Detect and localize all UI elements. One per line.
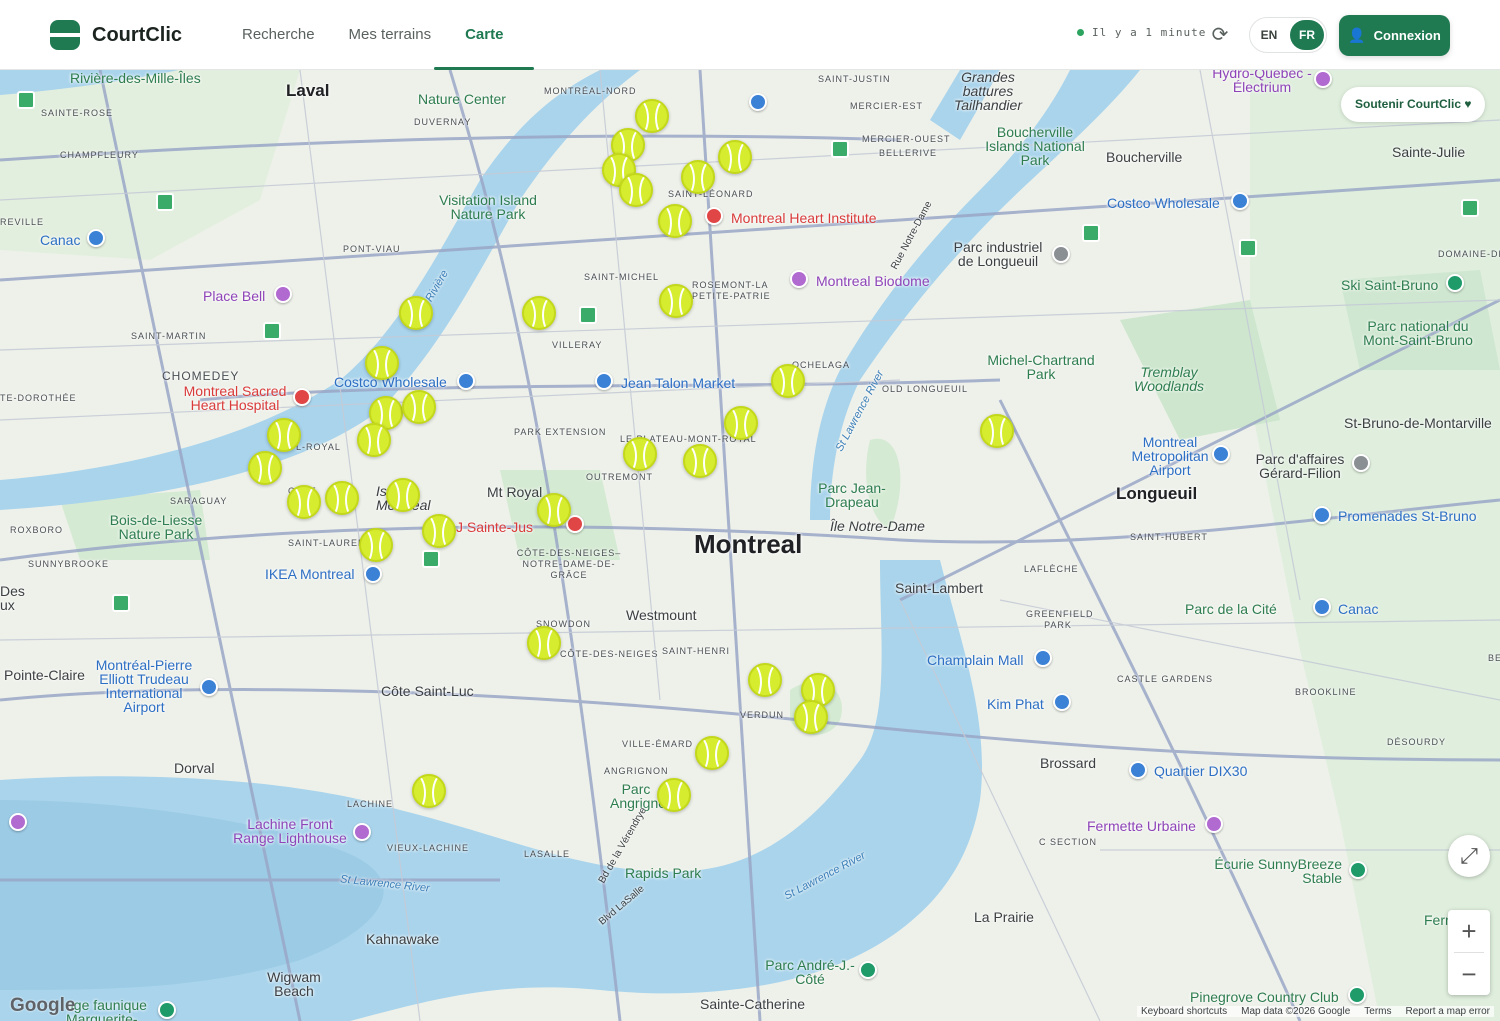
tennis-court-marker[interactable]	[681, 160, 715, 194]
museum-icon[interactable]	[790, 270, 808, 288]
report-error-link[interactable]: Report a map error	[1406, 1006, 1490, 1017]
park-icon[interactable]	[422, 550, 440, 568]
park-icon[interactable]	[112, 594, 130, 612]
support-courtclic-button[interactable]: Soutenir CourtClic ♥	[1341, 87, 1486, 122]
tennis-court-marker[interactable]	[248, 451, 282, 485]
ski-icon[interactable]	[1446, 274, 1464, 292]
tennis-court-marker[interactable]	[683, 444, 717, 478]
lang-fr-button[interactable]: FR	[1290, 20, 1324, 50]
industrial-icon[interactable]	[1052, 245, 1070, 263]
museum-icon[interactable]	[1314, 70, 1332, 88]
tennis-court-marker[interactable]	[748, 663, 782, 697]
language-switcher: EN FR	[1249, 17, 1327, 53]
tennis-court-marker[interactable]	[658, 204, 692, 238]
tennis-court-marker[interactable]	[695, 736, 729, 770]
industrial-icon[interactable]	[1352, 454, 1370, 472]
airport-icon[interactable]	[1212, 445, 1230, 463]
last-update-status: Il y a 1 minute	[1077, 26, 1206, 39]
landmark-icon[interactable]	[353, 823, 371, 841]
map-attribution: Keyboard shortcuts Map data ©2026 Google…	[1136, 1006, 1494, 1017]
shopping-icon[interactable]	[595, 372, 613, 390]
park-icon[interactable]	[1461, 199, 1479, 217]
tennis-court-marker[interactable]	[422, 514, 456, 548]
last-update-text: Il y a 1 minute	[1092, 26, 1207, 39]
map-canvas[interactable]: Laval Montreal Longueuil Boucherville Sa…	[0, 70, 1500, 1021]
shopping-icon[interactable]	[1129, 761, 1147, 779]
park-icon[interactable]	[831, 140, 849, 158]
shopping-icon[interactable]	[1053, 693, 1071, 711]
zoom-control: + −	[1448, 910, 1490, 995]
park-pin-icon[interactable]	[158, 1001, 176, 1019]
zoom-in-button[interactable]: +	[1448, 910, 1490, 952]
park-icon[interactable]	[17, 91, 35, 109]
tennis-court-marker[interactable]	[724, 406, 758, 440]
login-label: Connexion	[1373, 28, 1441, 43]
zoom-out-button[interactable]: −	[1448, 953, 1490, 995]
nav-recherche[interactable]: Recherche	[242, 0, 332, 70]
tennis-court-marker[interactable]	[386, 478, 420, 512]
park-icon[interactable]	[1082, 224, 1100, 242]
login-button[interactable]: 👤 Connexion	[1339, 15, 1450, 56]
tennis-court-marker[interactable]	[537, 493, 571, 527]
map-data-text: Map data ©2026 Google	[1241, 1006, 1351, 1017]
hospital-icon[interactable]	[293, 388, 311, 406]
tennis-court-marker[interactable]	[527, 626, 561, 660]
nav-carte[interactable]: Carte	[434, 0, 535, 70]
tennis-court-marker[interactable]	[659, 284, 693, 318]
terms-link[interactable]: Terms	[1364, 1006, 1391, 1017]
map-base-layer	[0, 70, 1500, 1021]
shopping-icon[interactable]	[1034, 649, 1052, 667]
tennis-court-marker[interactable]	[522, 296, 556, 330]
app-name: CourtClic	[92, 23, 182, 46]
shopping-icon[interactable]	[1231, 192, 1249, 210]
tennis-court-marker[interactable]	[412, 774, 446, 808]
farm-icon[interactable]	[1205, 815, 1223, 833]
shopping-icon[interactable]	[1313, 506, 1331, 524]
landmark-icon[interactable]	[9, 813, 27, 831]
shopping-icon[interactable]	[1313, 598, 1331, 616]
shopping-icon[interactable]	[364, 565, 382, 583]
app-header: CourtClic Recherche Mes terrains Carte I…	[0, 0, 1500, 70]
stable-icon[interactable]	[1349, 861, 1367, 879]
lang-en-button[interactable]: EN	[1252, 20, 1286, 50]
tennis-court-marker[interactable]	[287, 485, 321, 519]
stadium-icon[interactable]	[274, 285, 292, 303]
tennis-court-marker[interactable]	[718, 140, 752, 174]
tennis-court-marker[interactable]	[980, 414, 1014, 448]
app-logo[interactable]: CourtClic	[50, 20, 182, 50]
shopping-icon[interactable]	[87, 229, 105, 247]
tennis-court-marker[interactable]	[325, 481, 359, 515]
tennis-court-marker[interactable]	[635, 99, 669, 133]
live-dot-icon	[1077, 29, 1084, 36]
park-icon[interactable]	[579, 306, 597, 324]
shopping-icon[interactable]	[457, 372, 475, 390]
tennis-court-marker[interactable]	[402, 390, 436, 424]
main-nav: Recherche Mes terrains Carte	[242, 0, 535, 70]
tennis-court-marker[interactable]	[619, 173, 653, 207]
tennis-court-marker[interactable]	[623, 437, 657, 471]
add-user-icon: 👤	[1348, 27, 1366, 43]
tennis-court-marker[interactable]	[357, 423, 391, 457]
tennis-court-marker[interactable]	[365, 346, 399, 380]
nav-mes-terrains[interactable]: Mes terrains	[332, 0, 449, 70]
park-icon[interactable]	[156, 193, 174, 211]
tennis-court-marker[interactable]	[771, 364, 805, 398]
courtclic-logo-icon	[50, 20, 80, 50]
golf-icon[interactable]	[1348, 986, 1366, 1004]
fullscreen-icon[interactable]: ⤢	[1448, 835, 1490, 877]
keyboard-shortcuts-link[interactable]: Keyboard shortcuts	[1141, 1006, 1227, 1017]
tennis-court-marker[interactable]	[657, 778, 691, 812]
shopping-icon[interactable]	[749, 93, 767, 111]
tennis-court-marker[interactable]	[359, 528, 393, 562]
airport-icon[interactable]	[200, 678, 218, 696]
tennis-court-marker[interactable]	[399, 296, 433, 330]
park-icon[interactable]	[263, 322, 281, 340]
tennis-court-marker[interactable]	[794, 700, 828, 734]
tennis-court-marker[interactable]	[267, 418, 301, 452]
hospital-icon[interactable]	[705, 207, 723, 225]
park-pin-icon[interactable]	[859, 961, 877, 979]
refresh-icon[interactable]: ⟳	[1208, 23, 1232, 47]
google-logo: Google	[10, 995, 76, 1016]
park-icon[interactable]	[1239, 239, 1257, 257]
